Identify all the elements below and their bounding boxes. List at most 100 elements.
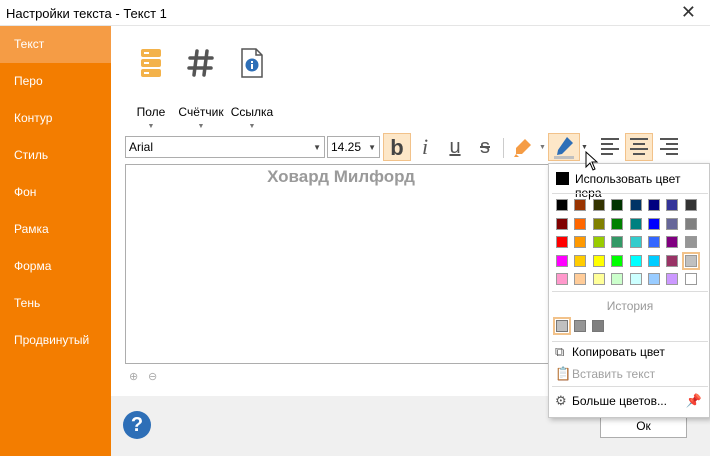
color-swatch[interactable] bbox=[574, 254, 587, 267]
color-swatch[interactable] bbox=[574, 273, 587, 285]
sidebar-item-pen[interactable]: Перо bbox=[0, 63, 111, 100]
sidebar-item-shadow[interactable]: Тень bbox=[0, 285, 111, 322]
color-swatch[interactable] bbox=[629, 217, 642, 230]
field-label: Поле bbox=[136, 105, 166, 119]
color-swatch[interactable] bbox=[556, 254, 568, 267]
color-swatch[interactable] bbox=[592, 236, 605, 248]
chevron-down-icon: ▼ bbox=[147, 123, 155, 130]
color-swatch[interactable] bbox=[648, 199, 660, 211]
color-swatch[interactable] bbox=[574, 236, 587, 248]
zoom-in-icon[interactable]: ⊕ bbox=[129, 370, 138, 383]
color-swatch[interactable] bbox=[574, 199, 587, 211]
font-name-combo[interactable]: Arial ▼ bbox=[125, 136, 325, 158]
sidebar-item-text[interactable]: Текст bbox=[0, 26, 111, 63]
color-swatch[interactable] bbox=[648, 236, 660, 248]
more-colors-item[interactable]: ⚙ Больше цветов... 📌 bbox=[553, 391, 707, 411]
sidebar-item-outline[interactable]: Контур bbox=[0, 100, 111, 137]
color-swatch[interactable] bbox=[684, 273, 697, 285]
link-button[interactable]: Ссылка ▼ bbox=[229, 46, 275, 130]
info-document-icon bbox=[241, 48, 263, 78]
color-swatch[interactable] bbox=[629, 236, 642, 248]
sidebar-item-shape[interactable]: Форма bbox=[0, 248, 111, 285]
history-swatch[interactable] bbox=[592, 320, 604, 332]
color-swatch[interactable] bbox=[629, 254, 642, 267]
color-swatch[interactable] bbox=[629, 199, 642, 211]
sidebar: Текст Перо Контур Стиль Фон Рамка Форма … bbox=[0, 26, 111, 456]
use-pen-color-label: Использовать цвет пера bbox=[575, 172, 681, 200]
field-button[interactable]: Поле ▼ bbox=[133, 46, 169, 130]
sidebar-item-background[interactable]: Фон bbox=[0, 174, 111, 211]
history-swatch[interactable] bbox=[574, 320, 586, 332]
color-swatch[interactable] bbox=[556, 217, 568, 230]
color-swatch[interactable] bbox=[611, 199, 624, 211]
strikethrough-button[interactable]: s bbox=[471, 133, 499, 161]
chevron-down-icon: ▼ bbox=[368, 143, 376, 152]
color-swatch[interactable] bbox=[611, 217, 624, 230]
color-swatch[interactable] bbox=[684, 217, 697, 230]
highlight-button[interactable] bbox=[509, 133, 539, 161]
color-swatch[interactable] bbox=[629, 273, 642, 285]
sidebar-item-style[interactable]: Стиль bbox=[0, 137, 111, 174]
color-swatch[interactable] bbox=[592, 273, 605, 285]
color-swatch[interactable] bbox=[648, 254, 660, 267]
color-swatch[interactable] bbox=[592, 217, 605, 230]
color-swatch[interactable] bbox=[681, 251, 700, 270]
history-label: История bbox=[606, 299, 654, 313]
color-swatch[interactable] bbox=[611, 273, 624, 285]
chevron-down-icon: ▼ bbox=[197, 123, 205, 130]
color-swatch[interactable] bbox=[611, 236, 624, 248]
help-icon[interactable]: ? bbox=[123, 411, 151, 439]
color-swatch[interactable] bbox=[556, 199, 568, 211]
font-name-value: Arial bbox=[129, 140, 154, 154]
black-swatch bbox=[556, 172, 569, 185]
mouse-cursor-icon bbox=[585, 151, 599, 171]
zoom-out-icon[interactable]: ⊖ bbox=[148, 370, 157, 383]
align-right-button[interactable] bbox=[655, 133, 683, 161]
gear-icon: ⚙ bbox=[555, 393, 567, 408]
color-picker-popup: Использовать цвет пера История ⧉ Копиров… bbox=[548, 163, 710, 418]
color-swatch[interactable] bbox=[666, 254, 679, 267]
database-icon bbox=[141, 49, 161, 77]
use-pen-color-option[interactable]: Использовать цвет пера bbox=[553, 170, 707, 200]
sidebar-item-advanced[interactable]: Продвинутый bbox=[0, 322, 111, 359]
color-swatch[interactable] bbox=[666, 199, 679, 211]
chevron-down-icon[interactable]: ▼ bbox=[539, 144, 546, 151]
pin-icon[interactable]: 📌 bbox=[686, 393, 702, 409]
align-left-button[interactable] bbox=[596, 133, 624, 161]
close-icon[interactable]: ✕ bbox=[681, 2, 696, 23]
italic-button[interactable]: i bbox=[411, 133, 439, 161]
color-swatch[interactable] bbox=[684, 236, 697, 248]
popup-separator bbox=[552, 193, 708, 194]
color-swatch[interactable] bbox=[574, 217, 587, 230]
popup-separator bbox=[552, 386, 708, 387]
pen-color-icon bbox=[554, 137, 574, 159]
paste-text-item[interactable]: 📋 Вставить текст bbox=[553, 364, 707, 384]
copy-color-item[interactable]: ⧉ Копировать цвет bbox=[553, 342, 707, 362]
sidebar-item-frame[interactable]: Рамка bbox=[0, 211, 111, 248]
align-center-button[interactable] bbox=[625, 133, 653, 161]
bold-button[interactable]: b bbox=[383, 133, 411, 161]
color-swatch[interactable] bbox=[666, 236, 679, 248]
counter-button[interactable]: Счётчик ▼ bbox=[175, 46, 227, 130]
toolbar-separator bbox=[503, 138, 504, 158]
color-swatch[interactable] bbox=[648, 273, 660, 285]
chevron-down-icon: ▼ bbox=[248, 123, 256, 130]
color-swatch[interactable] bbox=[666, 273, 679, 285]
text-editor[interactable]: Ховард Милфорд bbox=[125, 164, 555, 364]
color-swatch[interactable] bbox=[684, 199, 697, 211]
copy-color-label: Копировать цвет bbox=[572, 345, 665, 359]
text-color-button[interactable] bbox=[548, 133, 580, 161]
color-swatch[interactable] bbox=[648, 217, 660, 230]
history-swatch[interactable] bbox=[553, 317, 571, 335]
paste-icon: 📋 bbox=[555, 366, 572, 381]
color-swatch[interactable] bbox=[556, 273, 568, 285]
color-swatch[interactable] bbox=[666, 217, 679, 230]
color-swatch[interactable] bbox=[592, 254, 605, 267]
color-swatch[interactable] bbox=[592, 199, 605, 211]
color-swatch[interactable] bbox=[556, 236, 568, 248]
chevron-down-icon[interactable]: ▼ bbox=[581, 144, 588, 151]
color-swatch[interactable] bbox=[611, 254, 624, 267]
popup-separator bbox=[552, 291, 708, 292]
font-size-combo[interactable]: 14.25 ▼ bbox=[327, 136, 380, 158]
underline-button[interactable]: u bbox=[441, 133, 469, 161]
